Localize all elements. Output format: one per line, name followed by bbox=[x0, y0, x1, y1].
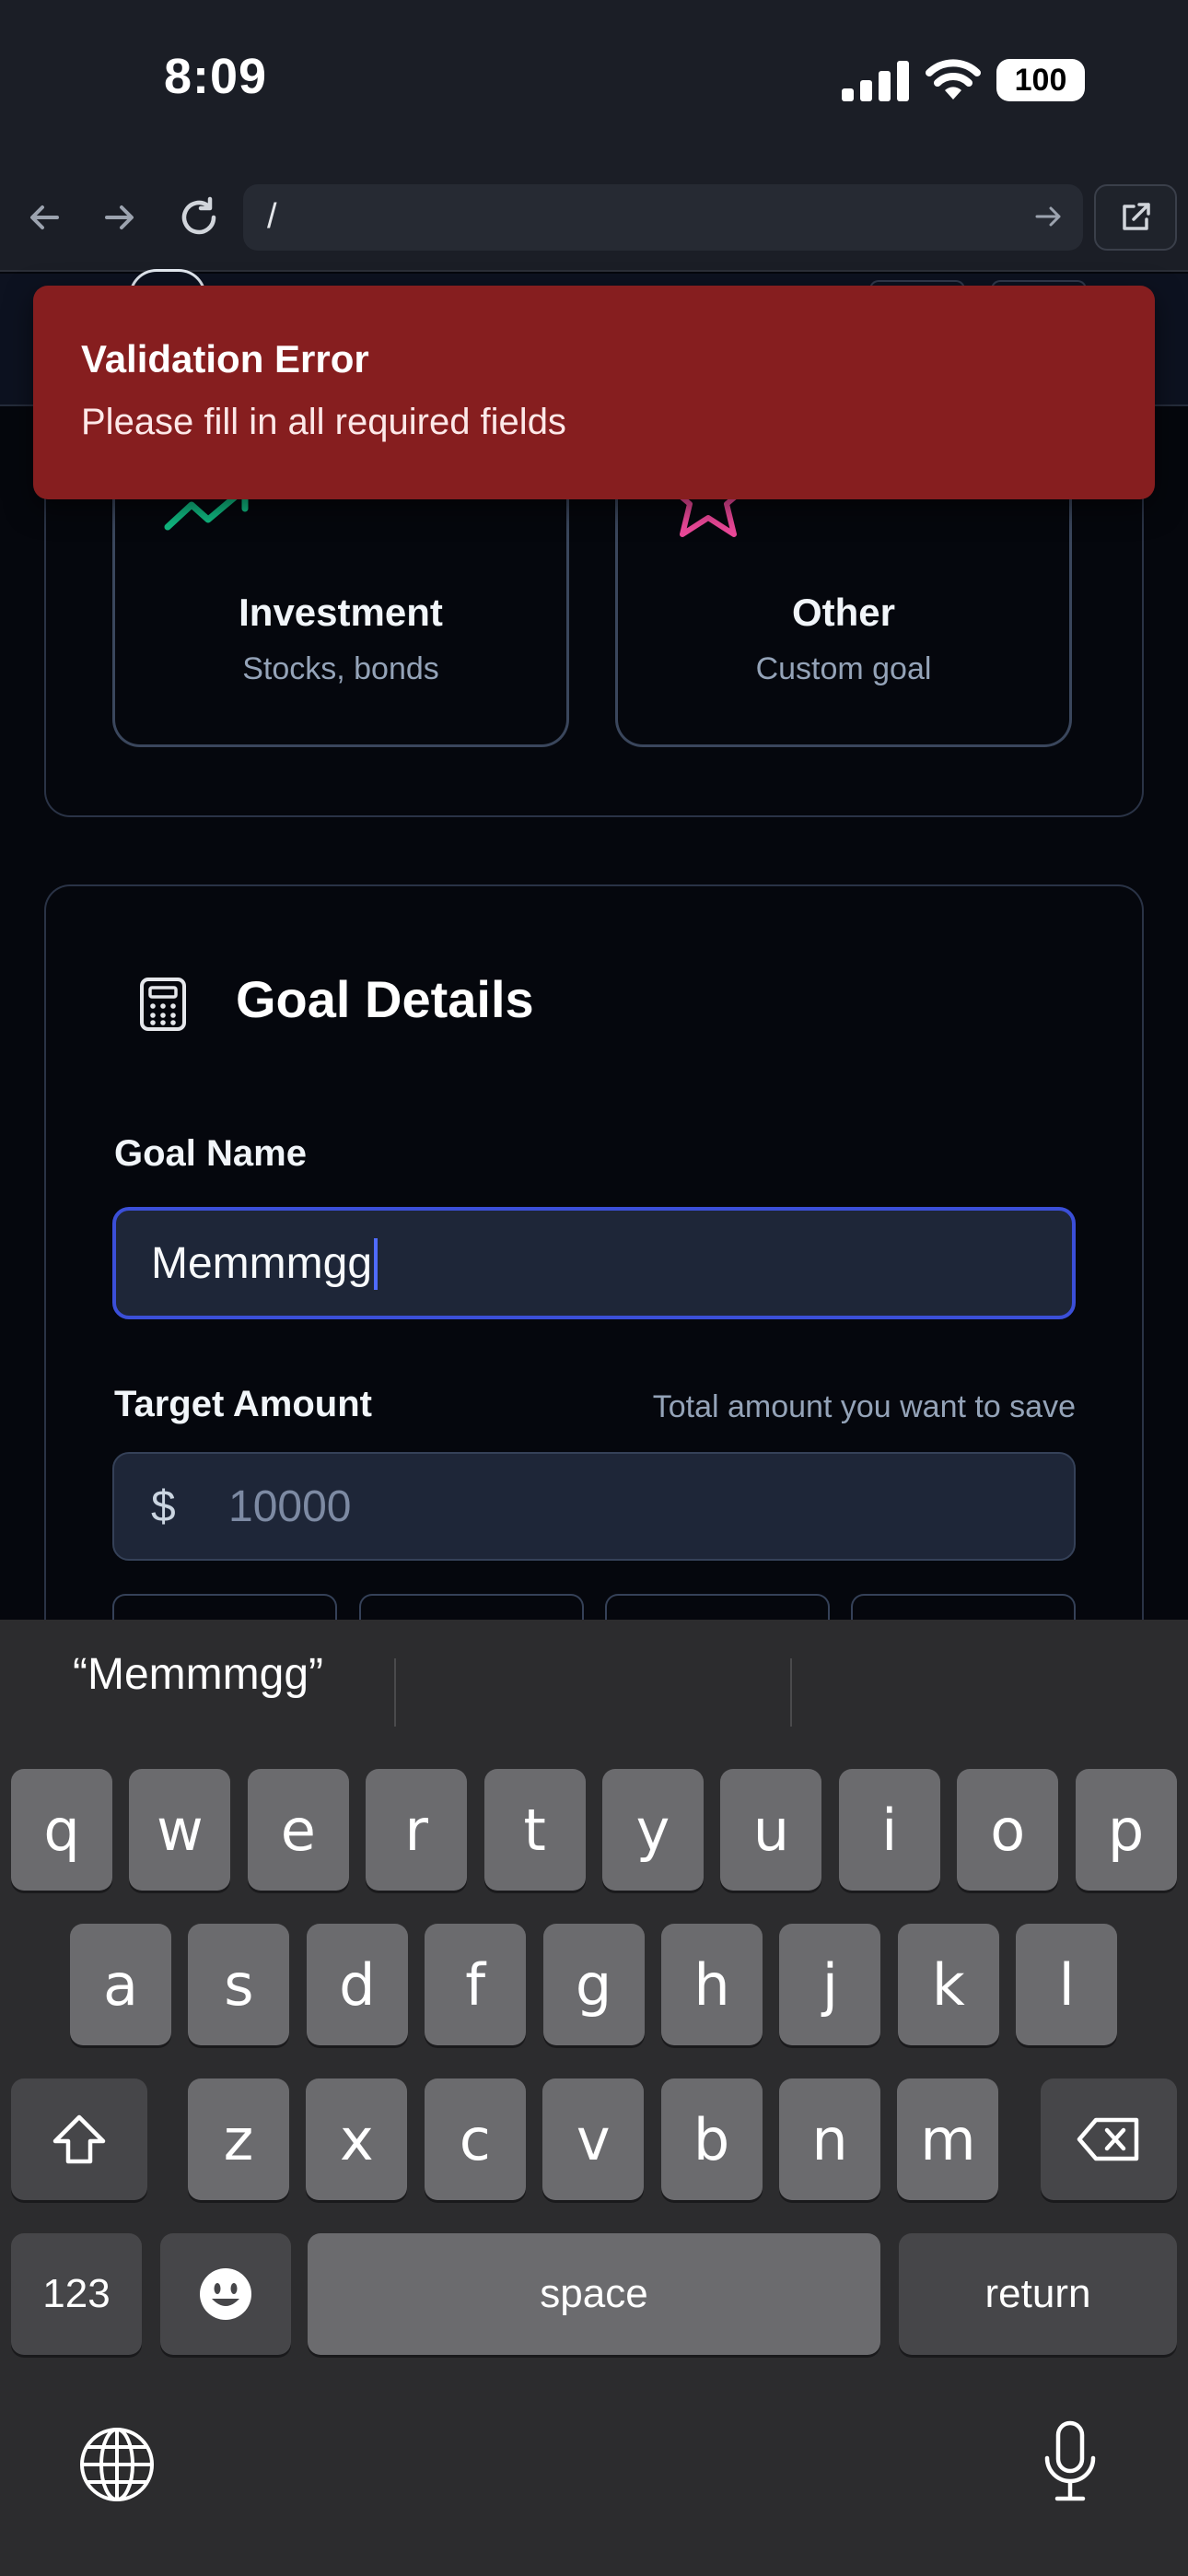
battery-indicator: 100 bbox=[996, 59, 1085, 101]
text-caret bbox=[374, 1238, 378, 1290]
key-n[interactable]: n bbox=[779, 2078, 880, 2200]
key-a[interactable]: a bbox=[70, 1924, 171, 2045]
shift-icon bbox=[52, 2114, 106, 2164]
goal-type-title: Other bbox=[791, 591, 895, 634]
goal-name-value: Memmmgg bbox=[151, 1239, 373, 1288]
open-external-button[interactable] bbox=[1094, 184, 1177, 251]
key-i[interactable]: i bbox=[838, 1769, 940, 1891]
key-y[interactable]: y bbox=[602, 1769, 704, 1891]
shift-key[interactable] bbox=[11, 2078, 147, 2200]
key-v[interactable]: v bbox=[542, 2078, 645, 2200]
back-arrow-icon[interactable] bbox=[17, 190, 72, 245]
goal-type-subtitle: Stocks, bonds bbox=[242, 651, 439, 686]
keyboard-suggestion[interactable]: “Memmmgg” bbox=[0, 1649, 396, 1700]
battery-level: 100 bbox=[1014, 63, 1067, 98]
currency-symbol: $ bbox=[151, 1482, 176, 1531]
key-r[interactable]: r bbox=[366, 1769, 468, 1891]
emoji-icon bbox=[200, 2268, 251, 2320]
emoji-key[interactable] bbox=[160, 2233, 291, 2355]
key-k[interactable]: k bbox=[897, 1924, 999, 2045]
key-l[interactable]: l bbox=[1016, 1924, 1118, 2045]
section-title: Goal Details bbox=[236, 970, 534, 1028]
return-key[interactable]: return bbox=[899, 2233, 1177, 2355]
suggestion-divider bbox=[790, 1658, 792, 1727]
key-m[interactable]: m bbox=[897, 2078, 999, 2200]
url-input[interactable]: / bbox=[243, 184, 1083, 251]
url-text: / bbox=[267, 197, 277, 236]
backspace-icon bbox=[1077, 2117, 1139, 2161]
toast-title: Validation Error bbox=[81, 337, 369, 381]
cellular-signal-icon bbox=[842, 61, 909, 101]
go-arrow-icon[interactable] bbox=[1033, 201, 1065, 232]
battery-tip bbox=[1077, 71, 1085, 89]
external-link-icon bbox=[1123, 203, 1150, 230]
space-key[interactable]: space bbox=[308, 2233, 880, 2355]
target-amount-input[interactable]: $ 10000 bbox=[112, 1452, 1076, 1561]
wifi-icon bbox=[926, 59, 981, 100]
key-e[interactable]: e bbox=[247, 1769, 349, 1891]
key-c[interactable]: c bbox=[424, 2078, 526, 2200]
key-s[interactable]: s bbox=[188, 1924, 290, 2045]
goal-name-input[interactable]: Memmmgg bbox=[112, 1207, 1076, 1319]
globe-icon[interactable] bbox=[77, 2425, 157, 2504]
key-u[interactable]: u bbox=[720, 1769, 822, 1891]
toast-message: Please fill in all required fields bbox=[81, 402, 566, 442]
target-amount-placeholder: 10000 bbox=[228, 1482, 352, 1531]
key-w[interactable]: w bbox=[129, 1769, 231, 1891]
goal-type-title: Investment bbox=[239, 591, 443, 634]
key-h[interactable]: h bbox=[661, 1924, 763, 2045]
status-time: 8:09 bbox=[164, 49, 268, 104]
microphone-icon[interactable] bbox=[1042, 2419, 1098, 2504]
reload-icon[interactable] bbox=[171, 190, 227, 245]
goal-name-label: Goal Name bbox=[114, 1133, 307, 1174]
key-o[interactable]: o bbox=[957, 1769, 1059, 1891]
key-x[interactable]: x bbox=[306, 2078, 408, 2200]
key-b[interactable]: b bbox=[660, 2078, 763, 2200]
key-p[interactable]: p bbox=[1075, 1769, 1177, 1891]
suggestion-divider bbox=[394, 1658, 396, 1727]
target-amount-label: Target Amount bbox=[114, 1384, 372, 1424]
key-z[interactable]: z bbox=[188, 2078, 289, 2200]
key-q[interactable]: q bbox=[11, 1769, 112, 1891]
numbers-key[interactable]: 123 bbox=[11, 2233, 142, 2355]
key-g[interactable]: g bbox=[542, 1924, 645, 2045]
delete-key[interactable] bbox=[1041, 2078, 1177, 2200]
validation-error-toast[interactable]: Validation Error Please fill in all requ… bbox=[33, 286, 1155, 499]
key-j[interactable]: j bbox=[779, 1924, 881, 2045]
key-d[interactable]: d bbox=[306, 1924, 408, 2045]
key-t[interactable]: t bbox=[483, 1769, 586, 1891]
forward-arrow-icon[interactable] bbox=[92, 190, 147, 245]
goal-type-subtitle: Custom goal bbox=[755, 651, 932, 686]
target-amount-hint: Total amount you want to save bbox=[652, 1389, 1076, 1424]
calculator-icon bbox=[140, 978, 186, 1031]
key-f[interactable]: f bbox=[425, 1924, 527, 2045]
